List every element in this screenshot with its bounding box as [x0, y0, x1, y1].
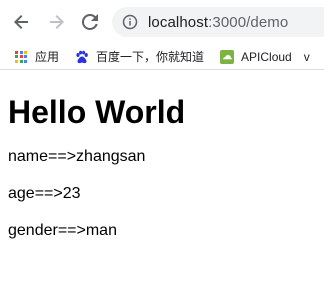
page-heading: Hello World	[8, 94, 186, 130]
apps-grid-icon	[14, 50, 28, 64]
info-icon[interactable]	[122, 14, 138, 30]
baidu-paw-icon	[75, 50, 89, 64]
arrow-left-icon	[14, 15, 28, 29]
text-line-name: name==>zhangsan	[8, 148, 146, 165]
browser-chrome: localhost:3000/demo 应用 百度一下，你就知道 APIClou…	[0, 0, 324, 70]
browser-toolbar: localhost:3000/demo	[0, 0, 324, 44]
page-content: Hello World name==>zhangsan age==>23 gen…	[0, 94, 324, 241]
bookmark-label: APICloud	[241, 49, 292, 64]
bookmark-label: 百度一下，你就知道	[96, 50, 205, 64]
bookmark-apps[interactable]: 应用	[14, 48, 59, 65]
apicloud-icon	[220, 49, 235, 64]
url-path: :3000/demo	[208, 13, 289, 31]
reload-button[interactable]	[76, 8, 104, 36]
address-bar[interactable]: localhost:3000/demo	[112, 7, 324, 37]
url-text[interactable]: localhost:3000/demo	[148, 14, 288, 31]
url-host: localhost	[148, 13, 209, 31]
bookmarks-bar: 应用 百度一下，你就知道 APICloud v	[0, 44, 324, 70]
bookmark-overflow[interactable]: v	[304, 50, 310, 64]
reload-icon	[82, 14, 98, 30]
text-line-gender: gender==>man	[8, 222, 117, 239]
bookmark-label: 应用	[35, 50, 60, 64]
text-line-age: age==>23	[8, 185, 81, 202]
bookmark-baidu[interactable]: 百度一下，你就知道	[75, 48, 204, 65]
back-button[interactable]	[8, 8, 36, 36]
arrow-right-icon	[50, 15, 64, 29]
forward-button[interactable]	[42, 8, 70, 36]
bookmark-apicloud[interactable]: APICloud	[220, 49, 292, 64]
